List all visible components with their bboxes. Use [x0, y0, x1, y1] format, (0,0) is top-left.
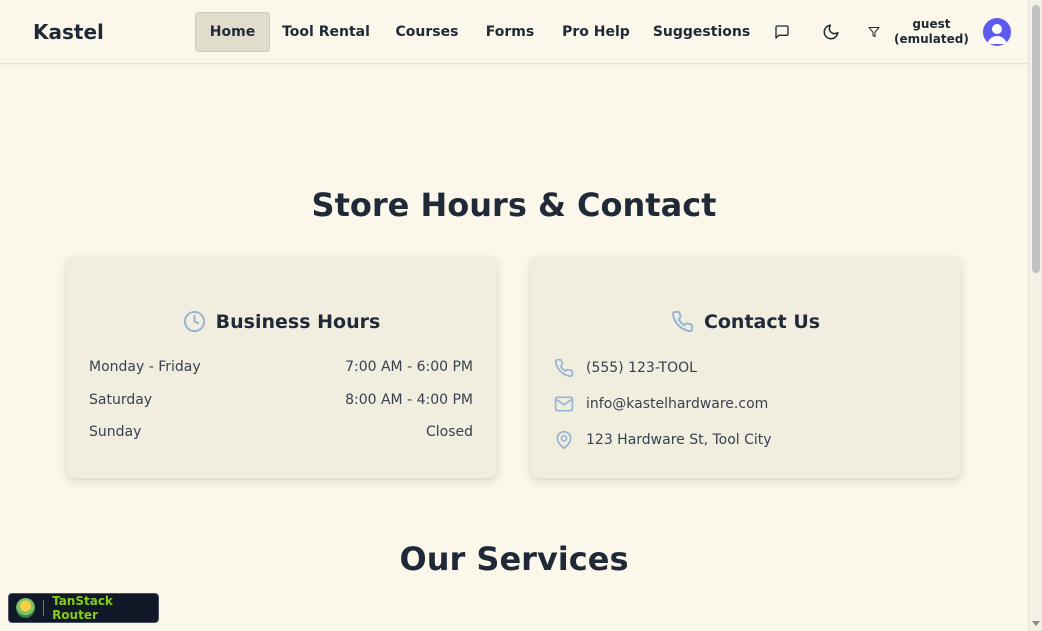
services-section-title: Our Services	[399, 540, 629, 578]
tanstack-router-devtools-button[interactable]: TanStack Router	[8, 593, 159, 623]
phone-icon	[671, 310, 693, 332]
hours-time: Closed	[425, 424, 473, 440]
contact-email-row: info@kastelhardware.com	[554, 394, 768, 414]
contact-address-row: 123 Hardware St, Tool City	[554, 430, 772, 450]
top-navbar: Kastel Home Tool Rental Courses Forms Pr…	[0, 0, 1028, 64]
scrollbar-thumb[interactable]	[1032, 5, 1040, 273]
business-hours-title: Business Hours	[215, 310, 381, 333]
nav-pro-help[interactable]: Pro Help	[558, 12, 634, 52]
user-mode: (emulated)	[894, 32, 969, 46]
moon-icon	[823, 24, 839, 40]
devtools-divider	[43, 600, 45, 616]
nav-home[interactable]: Home	[195, 12, 270, 52]
store-section-title: Store Hours & Contact	[311, 186, 717, 224]
contact-title: Contact Us	[703, 310, 821, 333]
business-hours-heading: Business Hours	[66, 310, 497, 333]
mail-icon	[554, 396, 574, 412]
hours-day: Saturday	[89, 392, 153, 408]
scroll-down-arrow-icon[interactable]	[1032, 621, 1040, 626]
theme-toggle-button[interactable]	[815, 16, 847, 48]
contact-phone[interactable]: (555) 123-TOOL	[586, 360, 697, 376]
clock-icon	[183, 310, 205, 333]
avatar[interactable]	[983, 18, 1011, 46]
tanstack-logo-icon	[16, 598, 36, 618]
contact-address: 123 Hardware St, Tool City	[586, 432, 772, 448]
hours-day: Monday - Friday	[89, 359, 201, 375]
contact-email[interactable]: info@kastelhardware.com	[586, 396, 768, 412]
feedback-button[interactable]	[766, 16, 798, 48]
user-name: guest	[912, 17, 951, 31]
message-square-icon	[775, 25, 789, 39]
hours-time: 8:00 AM - 4:00 PM	[345, 392, 473, 408]
page-scrollbar[interactable]	[1028, 0, 1042, 631]
page: Kastel Home Tool Rental Courses Forms Pr…	[0, 0, 1042, 631]
contact-heading: Contact Us	[530, 310, 961, 333]
nav-tool-rental[interactable]: Tool Rental	[279, 12, 373, 52]
nav-suggestions[interactable]: Suggestions	[651, 12, 752, 52]
brand-logo[interactable]: Kastel	[33, 20, 104, 44]
nav-forms[interactable]: Forms	[480, 12, 540, 52]
contact-card: Contact Us (555) 123-TOOL info@kastelhar…	[530, 256, 961, 478]
user-label: guest (emulated)	[894, 17, 969, 47]
map-pin-icon	[556, 430, 572, 450]
nav-courses[interactable]: Courses	[390, 12, 464, 52]
user-emulation-menu[interactable]: guest (emulated)	[868, 16, 969, 48]
contact-phone-row: (555) 123-TOOL	[554, 358, 697, 378]
hours-row: Monday - Friday 7:00 AM - 6:00 PM	[89, 359, 473, 375]
hours-time: 7:00 AM - 6:00 PM	[345, 359, 473, 375]
hours-row: Sunday Closed	[89, 424, 473, 440]
devtools-label: TanStack Router	[52, 594, 113, 622]
hours-row: Saturday 8:00 AM - 4:00 PM	[89, 392, 473, 408]
hours-day: Sunday	[89, 424, 142, 440]
phone-icon	[554, 358, 574, 378]
user-avatar-icon	[987, 24, 1007, 44]
business-hours-card: Business Hours Monday - Friday 7:00 AM -…	[66, 256, 497, 478]
filter-icon	[868, 27, 880, 37]
